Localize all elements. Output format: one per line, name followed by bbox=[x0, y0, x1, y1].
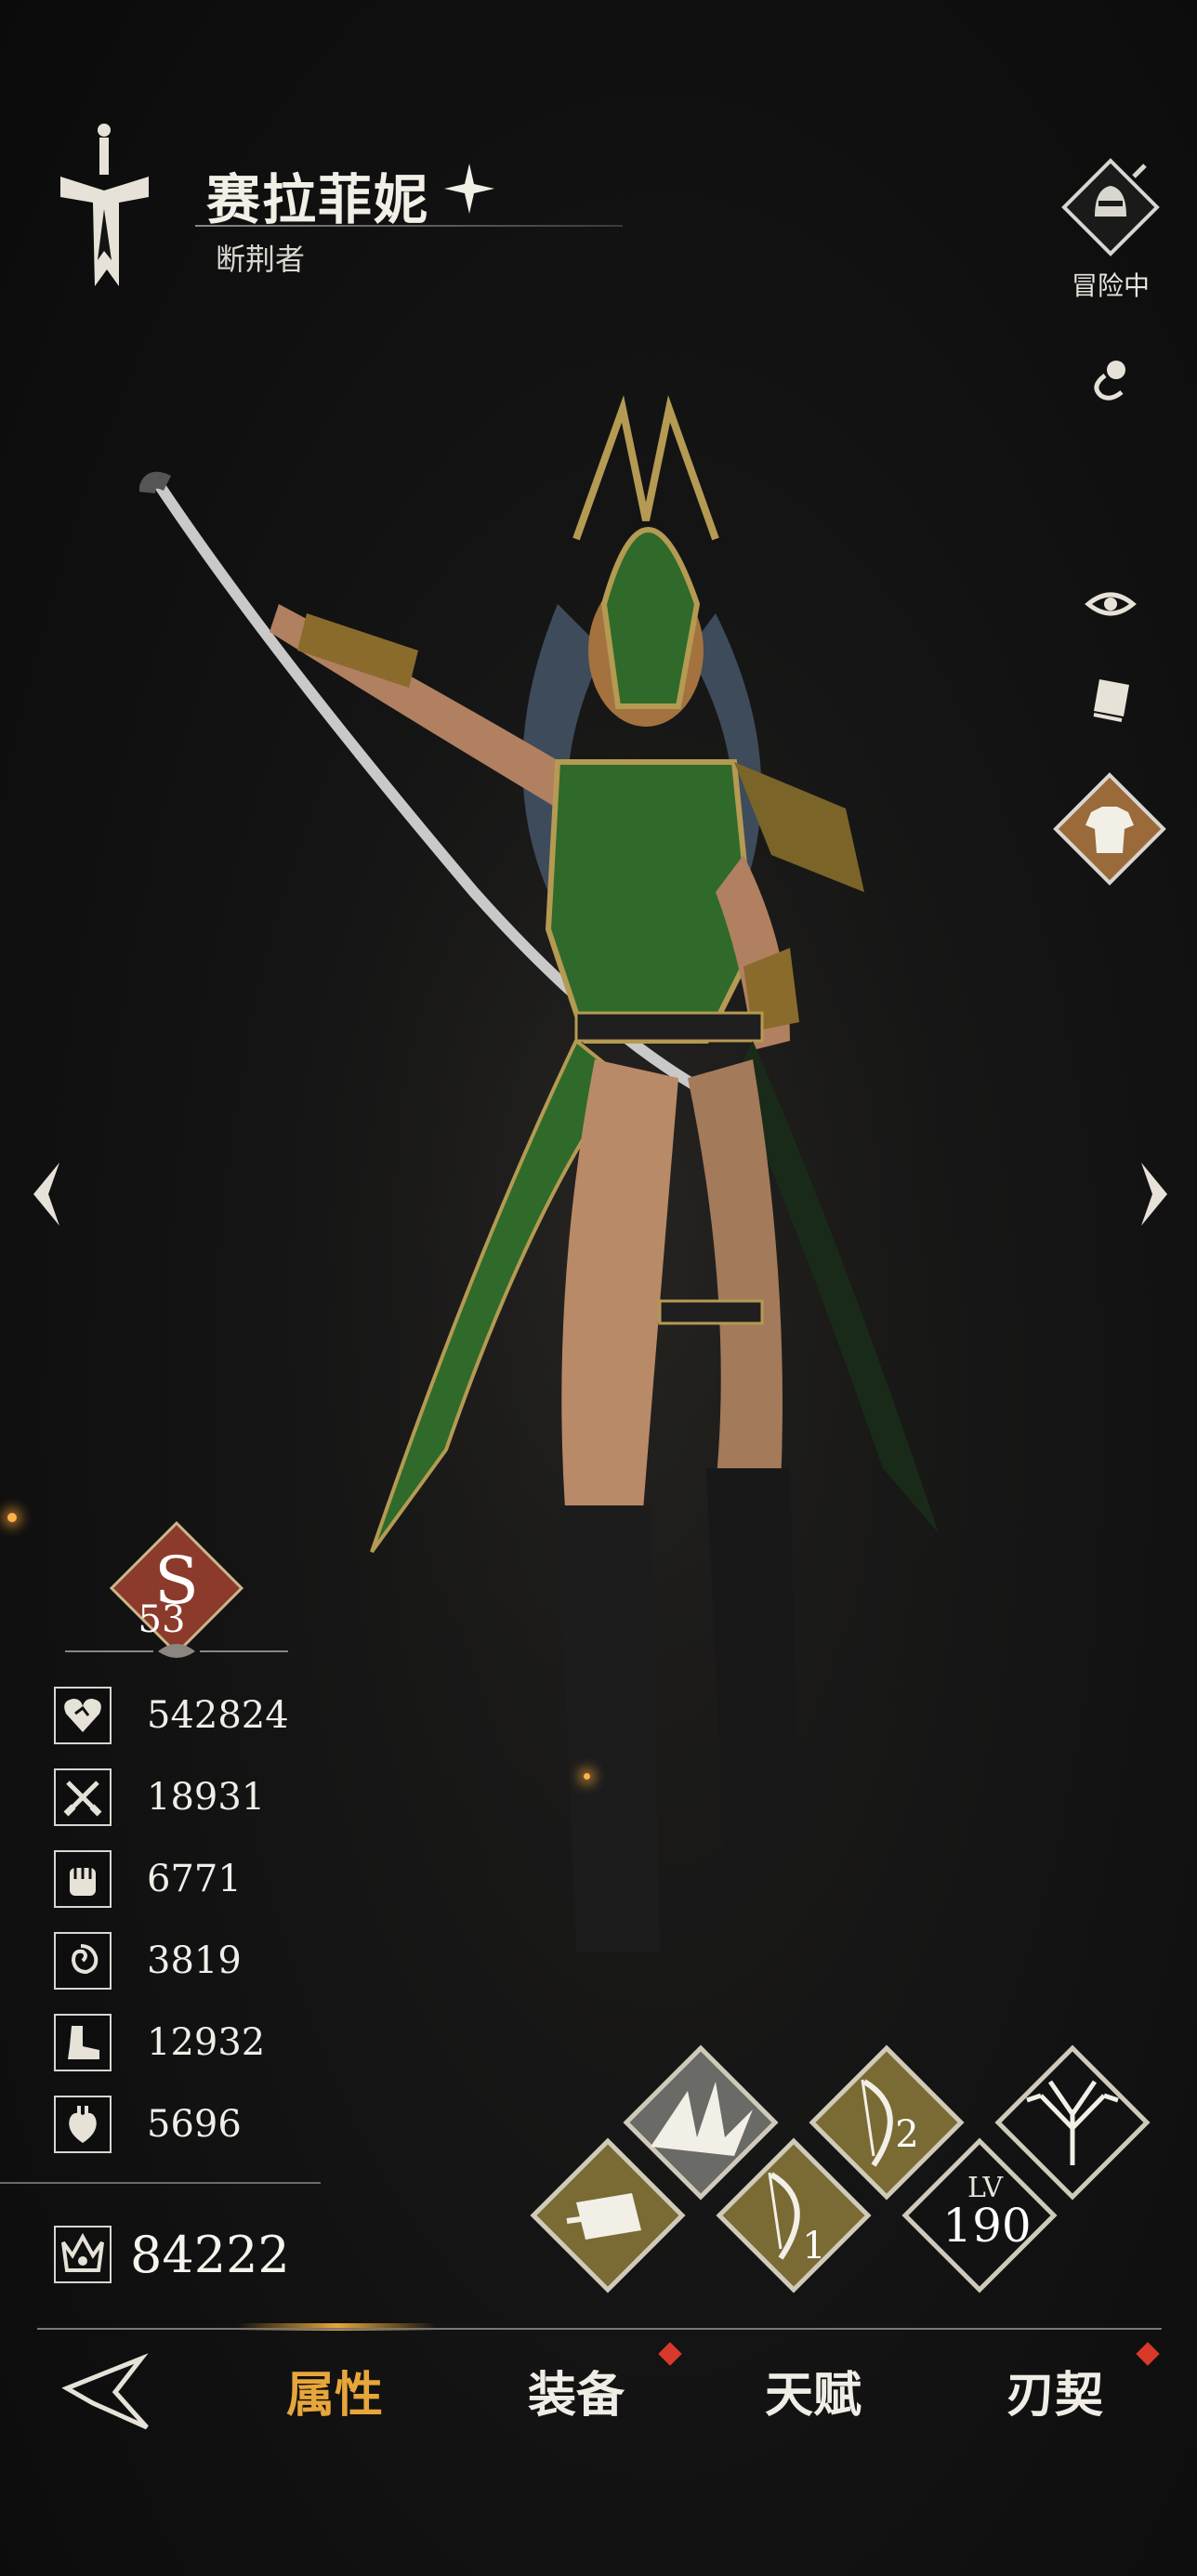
stat-row-speed: 12932 bbox=[54, 2014, 426, 2075]
stat-row-power: 6771 bbox=[54, 1850, 426, 1912]
ember-particle bbox=[7, 1513, 17, 1522]
spiral-icon bbox=[54, 1932, 112, 1990]
eye-icon-glyph bbox=[1085, 592, 1137, 616]
stat-value: 6771 bbox=[147, 1858, 242, 1900]
character-name: 赛拉菲妮 bbox=[206, 168, 430, 231]
stat-value: 3819 bbox=[147, 1939, 242, 1982]
ember-particle bbox=[584, 1773, 590, 1780]
skill-1-number: 1 bbox=[802, 2225, 825, 2267]
rank-emblem: S bbox=[65, 1520, 288, 1658]
stat-value: 5696 bbox=[147, 2103, 242, 2146]
back-icon[interactable] bbox=[59, 2351, 152, 2435]
stat-row-spirit: 3819 bbox=[54, 1932, 426, 1993]
card-icon[interactable] bbox=[1078, 669, 1143, 734]
stat-value: 542824 bbox=[147, 1694, 289, 1737]
heart-icon bbox=[54, 1687, 112, 1744]
sword-class-icon bbox=[60, 124, 149, 286]
stats-divider bbox=[0, 2182, 321, 2184]
tab-talent[interactable]: 天赋 bbox=[739, 2356, 888, 2430]
level-value: 190 bbox=[942, 2199, 1032, 2253]
next-character-arrow[interactable] bbox=[1125, 1157, 1180, 1231]
nav-divider bbox=[37, 2328, 1162, 2330]
equipment-notification-badge bbox=[658, 2342, 682, 2366]
voice-icon[interactable] bbox=[1078, 348, 1143, 414]
combat-power-value: 84222 bbox=[130, 2226, 290, 2284]
stat-value: 12932 bbox=[147, 2021, 266, 2064]
adventure-status-label: 冒险中 bbox=[1071, 270, 1150, 301]
card-icon-glyph bbox=[1093, 679, 1129, 722]
fist-icon bbox=[54, 1850, 112, 1908]
anatomical-heart-icon bbox=[54, 2096, 112, 2153]
skill-tree[interactable] bbox=[994, 2044, 1151, 2201]
tab-attributes[interactable]: 属性 bbox=[260, 2356, 409, 2430]
boot-icon bbox=[54, 2014, 112, 2071]
tab-equipment[interactable]: 装备 bbox=[502, 2356, 651, 2430]
adventure-helmet-icon[interactable] bbox=[1059, 156, 1162, 258]
character-title: 断荆者 bbox=[216, 242, 306, 277]
rank-level: 53 bbox=[138, 1598, 186, 1641]
name-divider bbox=[195, 225, 623, 227]
crown-icon bbox=[54, 2226, 112, 2283]
blade-pact-notification-badge bbox=[1136, 2342, 1160, 2366]
voice-icon-glyph bbox=[1094, 361, 1125, 401]
star-icon bbox=[444, 164, 494, 214]
stat-row-hp: 542824 bbox=[54, 1687, 426, 1748]
stat-value: 18931 bbox=[147, 1776, 266, 1819]
previous-character-arrow[interactable] bbox=[20, 1157, 76, 1231]
stat-row-vitality: 5696 bbox=[54, 2096, 426, 2157]
eye-icon[interactable] bbox=[1078, 572, 1143, 637]
crossed-swords-icon bbox=[54, 1768, 112, 1826]
tab-blade-pact[interactable]: 刃契 bbox=[980, 2356, 1129, 2430]
stat-row-attack: 18931 bbox=[54, 1768, 426, 1830]
outfit-icon[interactable] bbox=[1052, 771, 1167, 887]
